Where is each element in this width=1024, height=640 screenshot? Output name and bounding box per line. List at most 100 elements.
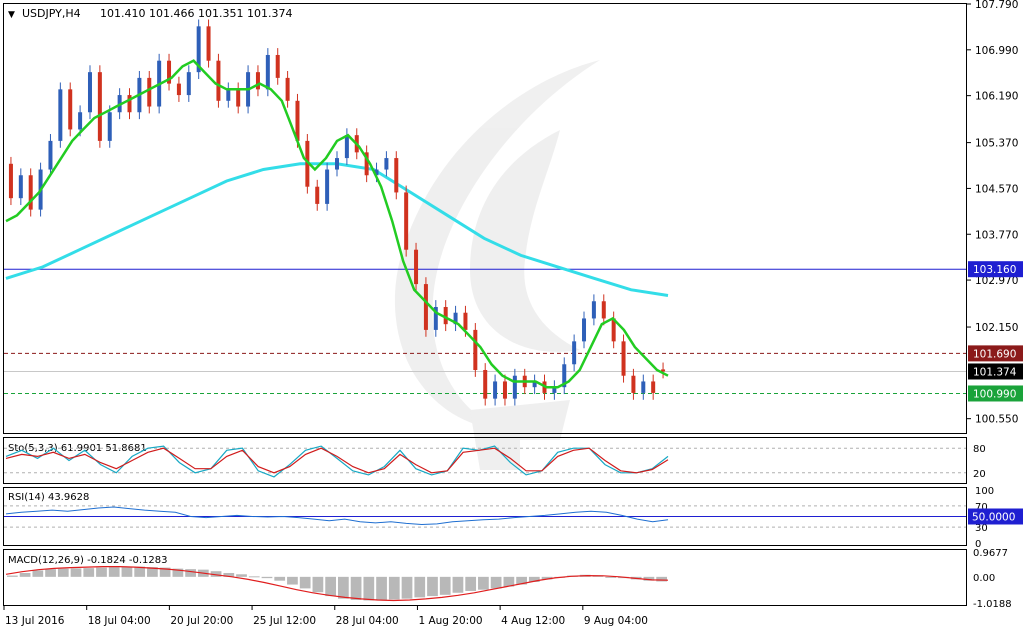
candle-body xyxy=(582,318,587,342)
macd-histogram-bar xyxy=(338,576,349,599)
time-tick-label: 20 Jul 20:00 xyxy=(170,615,233,627)
candle-body xyxy=(285,77,290,101)
price-tick-label: 105.370 xyxy=(975,138,1018,150)
candle-body xyxy=(255,72,260,90)
macd-histogram-bar xyxy=(96,567,107,577)
price-tick-label: 103.770 xyxy=(975,229,1018,241)
macd-histogram-bar xyxy=(7,575,18,577)
candle-body xyxy=(641,381,646,393)
level-price-label: 103.160 xyxy=(973,264,1016,276)
macd-label: MACD(12,26,9) -0.1824 -0.1283 xyxy=(8,555,168,566)
time-tick-label: 13 Jul 2016 xyxy=(5,615,65,627)
stochastic-tick-label: 80 xyxy=(973,444,986,455)
candle-body xyxy=(48,140,53,170)
candle-body xyxy=(463,312,468,330)
candle-body xyxy=(206,26,211,61)
watermark-logo xyxy=(394,60,600,470)
macd-tick-label: -1.0188 xyxy=(973,599,1012,610)
level-price-label: 101.374 xyxy=(973,366,1017,378)
macd-histogram-bar xyxy=(478,576,489,590)
macd-histogram-bar xyxy=(287,576,298,585)
macd-histogram-bar xyxy=(414,576,426,598)
candle-body xyxy=(384,158,389,170)
level-price-label: 100.990 xyxy=(973,388,1016,400)
macd-histogram-bar xyxy=(350,576,362,600)
macd-histogram-bar xyxy=(427,576,438,597)
candle-body xyxy=(651,381,656,393)
rsi-ref-label: 50.0000 xyxy=(972,512,1015,524)
candle-body xyxy=(572,341,577,365)
candle-body xyxy=(58,89,63,141)
candle-body xyxy=(18,175,23,199)
macd-histogram-bar xyxy=(312,576,324,593)
macd-histogram-bar xyxy=(19,572,31,577)
level-price-label: 101.690 xyxy=(973,348,1016,360)
macd-histogram-bar xyxy=(121,566,133,577)
candle-body xyxy=(591,301,596,319)
time-tick-label: 28 Jul 04:00 xyxy=(336,615,399,627)
candle-body xyxy=(107,112,112,141)
time-tick-label: 18 Jul 04:00 xyxy=(88,615,151,627)
price-tick-label: 107.790 xyxy=(975,0,1018,11)
chart-svg: ▼ USDJPY,H4 101.410 101.466 101.351 101.… xyxy=(3,0,1023,627)
time-tick-label: 25 Jul 12:00 xyxy=(253,615,316,627)
price-tick-label: 100.550 xyxy=(975,414,1018,426)
candle-body xyxy=(631,375,636,393)
candle-body xyxy=(176,83,181,96)
candle-body xyxy=(147,77,152,107)
price-tick-label: 106.990 xyxy=(975,45,1018,57)
rsi-label: RSI(14) 43.9628 xyxy=(8,492,89,503)
macd-histogram-bar xyxy=(299,576,311,589)
candle-body xyxy=(8,163,13,199)
candle-body xyxy=(315,186,320,204)
macd-histogram-bar xyxy=(465,576,477,591)
ma-fast-line xyxy=(5,59,669,389)
macd-tick-label: 0.9677 xyxy=(973,548,1008,559)
candle-body xyxy=(275,54,280,78)
macd-histogram-bar xyxy=(490,576,502,589)
price-tick-label: 106.190 xyxy=(975,91,1018,103)
candle-body xyxy=(68,89,73,130)
time-tick-label: 1 Aug 20:00 xyxy=(418,615,482,627)
candle-body xyxy=(423,284,428,330)
symbol-dropdown-icon[interactable]: ▼ xyxy=(8,10,15,20)
time-tick-label: 4 Aug 12:00 xyxy=(501,615,565,627)
macd-histogram-bar xyxy=(185,569,196,577)
macd-histogram-bar xyxy=(70,568,82,577)
rsi-tick-label: 100 xyxy=(975,486,994,497)
stochastic-tick-label: 20 xyxy=(973,469,986,480)
ohlc-label: 101.410 101.466 101.351 101.374 xyxy=(100,7,292,20)
macd-histogram-bar xyxy=(401,576,413,599)
macd-histogram-bar xyxy=(388,576,400,600)
candle-body xyxy=(216,60,221,101)
macd-histogram-bar xyxy=(32,570,44,577)
rsi-line xyxy=(5,506,669,526)
macd-histogram-bar xyxy=(236,574,247,577)
candle-body xyxy=(601,301,606,319)
macd-histogram-bar xyxy=(45,569,56,577)
symbol-label: USDJPY,H4 xyxy=(22,7,81,20)
macd-histogram-bar xyxy=(248,576,260,578)
candle-body xyxy=(502,381,507,399)
candle-body xyxy=(87,72,92,113)
macd-histogram-bar xyxy=(363,576,375,601)
candle-body xyxy=(473,329,478,370)
macd-histogram-bar xyxy=(108,567,120,577)
macd-histogram-bar xyxy=(83,568,95,577)
macd-histogram-bar xyxy=(274,576,286,581)
chart-window: ▼ USDJPY,H4 101.410 101.466 101.351 101.… xyxy=(0,0,1024,636)
macd-histogram-bar xyxy=(261,576,273,579)
candle-body xyxy=(404,192,409,250)
candle-body xyxy=(344,135,349,159)
rsi-tick-label: 30 xyxy=(975,523,988,534)
candle-body xyxy=(621,341,626,376)
candle-body xyxy=(28,175,33,210)
candle-body xyxy=(512,375,517,399)
time-tick-label: 9 Aug 04:00 xyxy=(584,615,648,627)
rsi-panel: 1007030050.0000 xyxy=(4,486,1023,550)
candle-body xyxy=(226,89,231,101)
candle-body xyxy=(325,169,330,204)
macd-histogram-bar xyxy=(656,576,667,582)
candle-body xyxy=(483,369,488,399)
candle-body xyxy=(236,89,241,107)
